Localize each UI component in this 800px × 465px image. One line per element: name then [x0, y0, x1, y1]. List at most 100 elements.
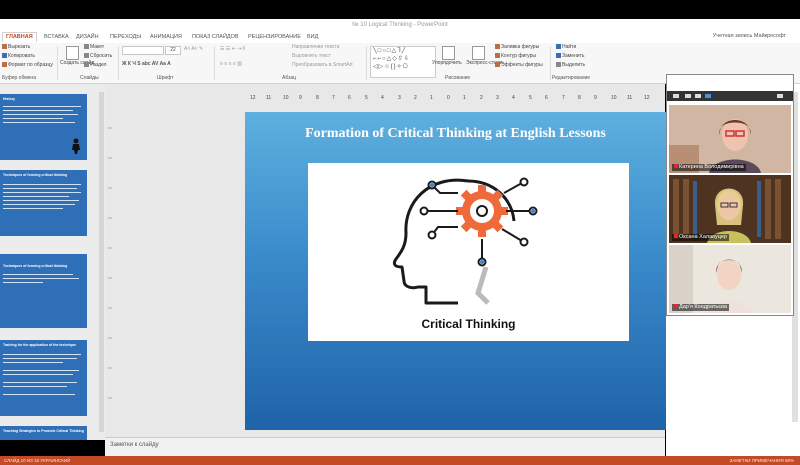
tab-review[interactable]: РЕЦЕНЗИРОВАНИЕ: [248, 33, 301, 42]
participant-name: Дар'я Кондратьєва: [672, 304, 730, 311]
thumbnail-text-line: [3, 196, 69, 197]
mic-off-icon: [674, 304, 678, 308]
screen-top-bar: [0, 0, 800, 19]
align-buttons[interactable]: ≡ ≡ ≡ ≡ ▥: [220, 61, 242, 68]
section-icon: [84, 62, 89, 68]
shape-fill-button[interactable]: Заливка фигуры: [495, 44, 539, 51]
ruler-tick-label: 5: [529, 95, 532, 101]
ruler-tick-label: 5: [365, 95, 368, 101]
editing-group-label: Редактирование: [552, 75, 591, 81]
drawing-group-label: Рисование: [445, 75, 471, 81]
section-button[interactable]: Раздел: [84, 62, 107, 69]
slide-thumbnail[interactable]: Teaching Strategies to Promote Critical …: [0, 426, 87, 440]
mic-off-icon: [674, 164, 678, 168]
copy-button[interactable]: Копировать: [2, 53, 35, 60]
ruler-tick-label: 7: [562, 95, 565, 101]
thumbnail-text-line: [3, 184, 81, 185]
strip-view-icon[interactable]: [695, 94, 701, 98]
paragraph-group-label: Абзац: [282, 75, 297, 81]
tab-slideshow[interactable]: ПОКАЗ СЛАЙДОВ: [192, 33, 239, 42]
video-call-panel[interactable]: Катерина Володимирівна Оксана Халавуцер …: [666, 74, 794, 316]
clipboard-group-label: Буфер обмена: [2, 75, 36, 81]
shape-outline-button[interactable]: Контур фигуры: [495, 53, 536, 60]
tab-animation[interactable]: АНИМАЦИЯ: [150, 33, 182, 42]
ruler-tick-label: 2: [480, 95, 483, 101]
slide-thumbnail[interactable]: Techniques of forming critical thinking: [0, 170, 87, 236]
font-group-label: Шрифт: [157, 75, 174, 81]
thumbnail-text-line: [3, 118, 63, 119]
slide-thumbnail[interactable]: Training for the application of the tech…: [0, 340, 87, 416]
ruler-tick-label: 11: [266, 95, 272, 101]
new-slide-icon: [66, 46, 79, 60]
tab-insert[interactable]: ВСТАВКА: [44, 33, 69, 42]
shape-effects-button[interactable]: Эффекты фигуры: [495, 62, 543, 69]
ruler-tick-label: 9: [299, 95, 302, 101]
cut-button[interactable]: Вырезать: [2, 44, 30, 51]
ruler-tick-label: 6: [545, 95, 548, 101]
layout-icon: [84, 44, 89, 50]
smartart-button[interactable]: Преобразовать в SmartArt: [292, 62, 353, 69]
horizontal-ruler: 12 11 10 9 8 7 6 5 4 3 2 1 0 1 2 3 4 5 6 7 8 9 10 11 12: [250, 95, 660, 101]
list-buttons[interactable]: ☰ ☰ ⇤ ⇥ ‖: [220, 46, 245, 53]
reset-button[interactable]: Сбросить: [84, 53, 112, 60]
vertical-ruler: [108, 118, 114, 418]
image-caption: Critical Thinking: [421, 317, 516, 331]
speaker-view-icon[interactable]: [685, 94, 691, 98]
slide-thumbnail[interactable]: History: [0, 94, 87, 160]
account-label[interactable]: Учетная запись Майкрософт: [713, 33, 786, 39]
thumbnail-text-line: [3, 282, 43, 283]
participant-tile[interactable]: Оксана Халавуцер: [669, 175, 791, 243]
status-right[interactable]: ЗАМЕТКИ ПРИМЕЧАНИЯ 68%: [729, 458, 794, 463]
slide-title[interactable]: Formation of Critical Thinking at Englis…: [245, 126, 666, 142]
status-left: СЛАЙД 10 ИЗ 16 УКРАИНСКИЙ: [4, 458, 71, 463]
slide-thumbnail[interactable]: Techniques of forming critical thinking: [0, 254, 87, 328]
tab-home[interactable]: ГЛАВНАЯ: [2, 32, 37, 42]
shapes-gallery[interactable]: ╲□○□△ᒣ╱ ⌐⌐○△◇⇧⇩ ◁▷☆{}✧⎔: [370, 46, 436, 78]
thumbnail-text-line: [3, 382, 77, 383]
format-painter-button[interactable]: Формат по образцу: [2, 62, 53, 69]
replace-icon: [556, 53, 561, 59]
ruler-tick-label: 11: [627, 95, 633, 101]
thumbnails-scrollbar[interactable]: [99, 92, 104, 432]
participant-tile[interactable]: Дар'я Кондратьєва: [669, 245, 791, 313]
ruler-tick-label: 10: [283, 95, 289, 101]
person-silhouette-icon: [71, 138, 81, 154]
minimize-icon[interactable]: [673, 94, 679, 98]
thumbnail-text-line: [3, 394, 75, 395]
participant-tile[interactable]: Катерина Володимирівна: [669, 105, 791, 173]
current-slide[interactable]: Formation of Critical Thinking at Englis…: [245, 112, 666, 430]
paint-bucket-icon: [495, 44, 500, 50]
layout-button[interactable]: Макет: [84, 44, 104, 51]
fullscreen-icon[interactable]: [777, 94, 783, 98]
font-format-buttons[interactable]: Ж К Ч S abc AV Aa A: [122, 61, 171, 68]
font-name-field[interactable]: [122, 46, 164, 55]
thumbnail-text-line: [3, 274, 73, 275]
ruler-tick-label: 12: [250, 95, 256, 101]
thumbnail-title: Training for the application of the tech…: [3, 343, 76, 347]
ruler-tick-label: 0: [447, 95, 450, 101]
thumbnail-title: Techniques of forming critical thinking: [3, 173, 68, 177]
notes-pane[interactable]: Заметки к слайду: [105, 437, 665, 457]
find-button[interactable]: Найти: [556, 44, 576, 51]
align-text-button[interactable]: Выровнять текст: [292, 53, 331, 60]
ribbon-separator: [550, 46, 551, 80]
thumbnail-title: Techniques of forming critical thinking: [3, 264, 68, 268]
text-direction-button[interactable]: Направление текста: [292, 44, 339, 51]
thumbnail-text-line: [3, 122, 75, 123]
font-size-field[interactable]: 22: [165, 46, 181, 55]
tab-transitions[interactable]: ПЕРЕХОДЫ: [110, 33, 141, 42]
replace-button[interactable]: Заменить: [556, 53, 584, 60]
tab-design[interactable]: ДИЗАЙН: [76, 33, 99, 42]
select-button[interactable]: Выделить: [556, 62, 585, 69]
select-icon: [556, 62, 561, 68]
arrange-icon: [442, 46, 455, 60]
thumbnail-text-line: [3, 278, 79, 279]
thumbnail-text-line: [3, 192, 81, 193]
slide-image[interactable]: Critical Thinking: [308, 163, 629, 341]
font-grow-button[interactable]: A˄ A˅ ✎: [184, 46, 203, 53]
ruler-tick-label: 1: [463, 95, 466, 101]
thumbnail-text-line: [3, 114, 78, 115]
arrange-button[interactable]: Упорядочить: [432, 60, 462, 67]
grid-view-icon[interactable]: [705, 94, 711, 98]
tab-view[interactable]: ВИД: [307, 33, 318, 42]
